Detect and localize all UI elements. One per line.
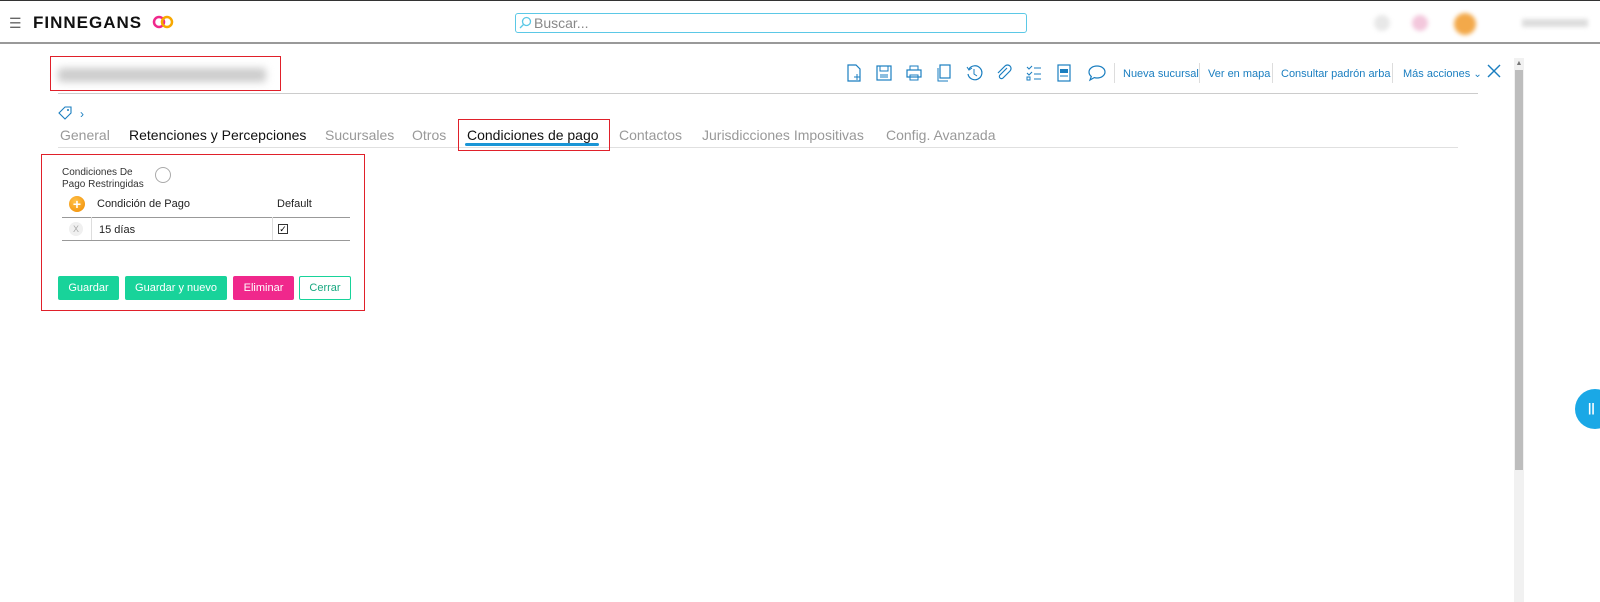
new-branch-link[interactable]: Nueva sucursal	[1123, 68, 1199, 80]
view-map-link[interactable]: Ver en mapa	[1208, 68, 1270, 80]
report-icon[interactable]	[1055, 64, 1073, 82]
scrollbar-thumb[interactable]	[1515, 70, 1523, 470]
toolbar-divider	[1272, 63, 1273, 83]
new-document-icon[interactable]	[845, 64, 863, 82]
menu-icon[interactable]: ☰	[9, 15, 22, 32]
copy-icon[interactable]	[935, 64, 953, 82]
user-name[interactable]	[1522, 19, 1588, 27]
tag-icon[interactable]	[58, 106, 72, 120]
highlight-title	[50, 56, 281, 91]
side-panel-handle[interactable]: ||	[1575, 389, 1600, 429]
pause-icon: ||	[1588, 401, 1595, 415]
avatar[interactable]	[1454, 13, 1476, 35]
comment-icon[interactable]	[1088, 64, 1106, 82]
search-input[interactable]: Buscar...	[515, 13, 1027, 33]
highlight-active-tab	[458, 119, 610, 151]
logo-mark-icon	[152, 15, 174, 29]
top-bar: ☰ FINNEGANS Buscar...	[0, 0, 1600, 44]
app-logo[interactable]: FINNEGANS	[33, 13, 142, 33]
tab-sucursales[interactable]: Sucursales	[325, 127, 394, 143]
more-actions-link[interactable]: Más acciones ⌄	[1403, 68, 1482, 80]
toolbar-divider	[1114, 63, 1115, 83]
close-icon[interactable]	[1486, 63, 1502, 79]
tab-config-avanzada[interactable]: Config. Avanzada	[886, 127, 996, 143]
tabs-divider	[58, 147, 1458, 148]
chevron-down-icon: ⌄	[1473, 69, 1482, 80]
checklist-icon[interactable]	[1025, 64, 1043, 82]
chevron-right-icon[interactable]: ›	[80, 107, 84, 121]
tab-otros[interactable]: Otros	[412, 127, 446, 143]
notifications-icon[interactable]	[1374, 15, 1390, 31]
toolbar-divider	[1392, 63, 1393, 83]
toolbar-divider	[1199, 63, 1200, 83]
more-actions-label: Más acciones	[1403, 68, 1471, 80]
tab-retenciones-percepciones[interactable]: Retenciones y Percepciones	[129, 127, 306, 143]
scroll-up-icon[interactable]: ▲	[1515, 60, 1523, 68]
attachment-icon[interactable]	[995, 64, 1013, 82]
tab-general[interactable]: General	[60, 127, 110, 143]
save-icon[interactable]	[875, 64, 893, 82]
check-arba-link[interactable]: Consultar padrón arba	[1281, 68, 1390, 80]
tab-contactos[interactable]: Contactos	[619, 127, 682, 143]
header-divider	[58, 93, 1478, 94]
tab-jurisdicciones-impositivas[interactable]: Jurisdicciones Impositivas	[702, 127, 864, 143]
highlight-form-panel	[41, 154, 365, 311]
alerts-icon[interactable]	[1412, 15, 1428, 31]
history-icon[interactable]	[965, 64, 983, 82]
print-icon[interactable]	[905, 64, 923, 82]
